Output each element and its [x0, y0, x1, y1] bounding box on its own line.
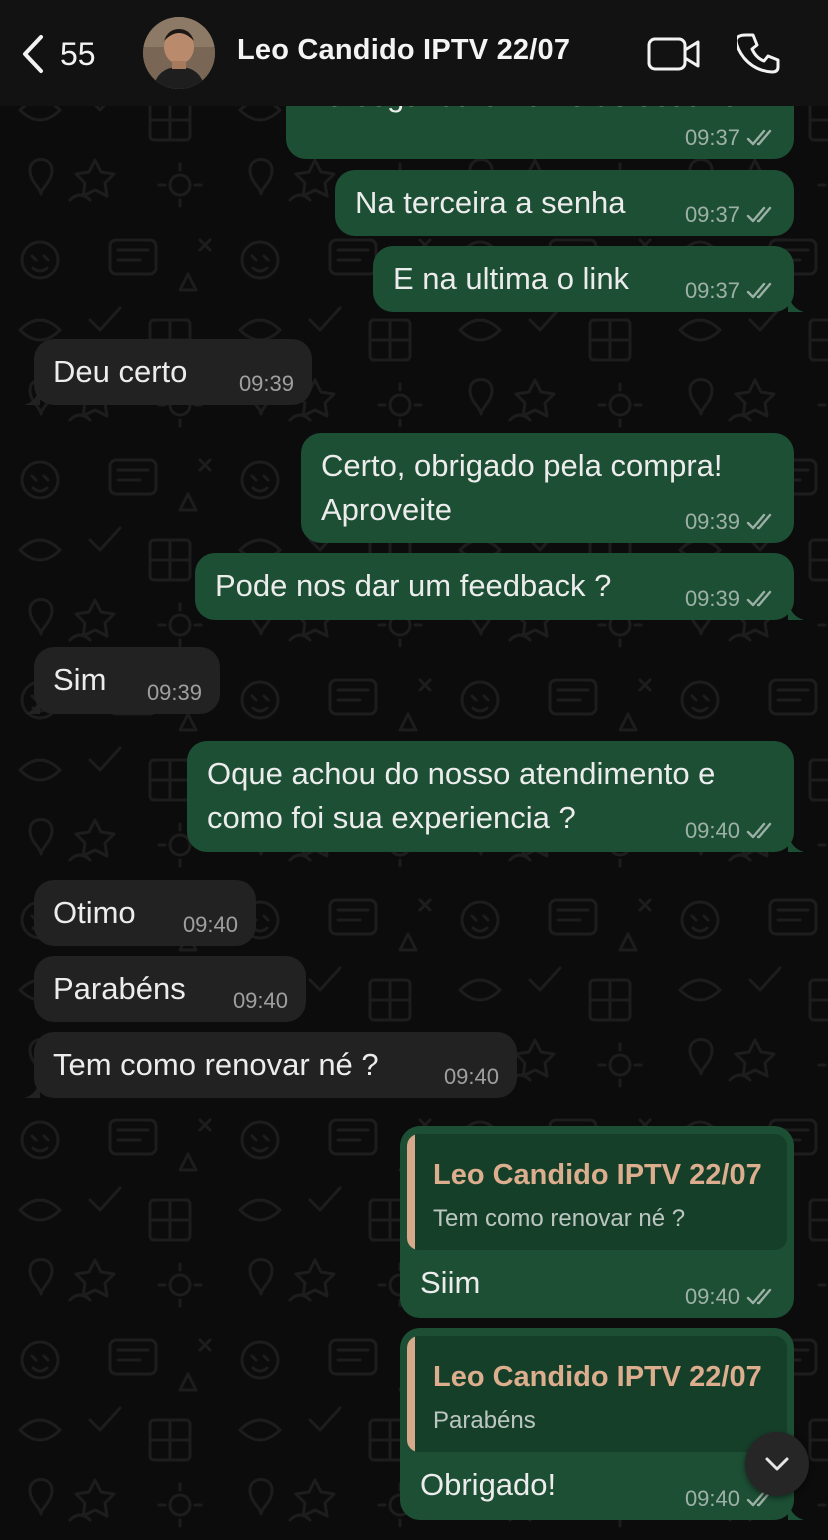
quoted-text: Parabéns — [433, 1407, 536, 1434]
message-meta: 09:37 — [685, 278, 776, 304]
message-bubble-outgoing-reply[interactable]: Leo Candido IPTV 22/07 Parabéns Obrigado… — [400, 1328, 804, 1520]
phone-icon[interactable] — [737, 32, 781, 76]
message-text-line-2: Aproveite — [321, 492, 452, 527]
message-time: 09:39 — [238, 371, 294, 396]
message-text: Parabéns — [53, 971, 186, 1006]
message-bubble-incoming[interactable]: Parabéns 09:40 — [34, 956, 306, 1022]
message-meta: 09:40 — [685, 1284, 776, 1310]
avatar[interactable] — [143, 17, 215, 89]
message-time: 09:39 — [684, 509, 740, 534]
message-time: 09:40 — [232, 988, 288, 1013]
bubble-tail — [788, 832, 804, 852]
message-bubble-outgoing-reply[interactable]: Leo Candido IPTV 22/07 Tem como renovar … — [400, 1126, 794, 1318]
bubble-tail — [24, 694, 40, 714]
message-text-line-1: Oque achou do nosso atendimento e — [207, 756, 716, 791]
message-meta: 09:39 — [685, 509, 776, 535]
message-text: Pode nos dar um feedback ? — [215, 568, 612, 603]
message-text-line-2: como foi sua experiencia ? — [207, 800, 576, 835]
message-meta: 09:40 — [183, 912, 238, 938]
double-check-icon — [746, 282, 772, 299]
message-time: 09:40 — [684, 1284, 740, 1309]
message-time: 09:37 — [684, 125, 740, 150]
double-check-icon — [746, 206, 772, 223]
avatar-photo — [143, 17, 215, 89]
quote-accent-bar — [407, 1134, 415, 1250]
message-bubble-outgoing[interactable]: Na terceira a senha 09:37 — [335, 170, 794, 236]
video-camera-icon[interactable] — [647, 36, 701, 72]
message-bubble-outgoing[interactable]: Pode nos dar um feedback ? 09:39 — [195, 553, 804, 620]
double-check-icon — [746, 822, 772, 839]
chat-header: 55 Leo Candido IPTV 22/07 — [0, 0, 828, 106]
message-text: Tem como renovar né ? — [53, 1047, 379, 1082]
message-time: 09:37 — [684, 202, 740, 227]
message-text: Obrigado! — [420, 1467, 557, 1502]
message-meta: 09:40 — [233, 988, 288, 1014]
bubble-tail — [788, 600, 804, 620]
message-bubble-incoming[interactable]: Otimo 09:40 — [34, 880, 256, 946]
message-text: Sim — [53, 662, 107, 697]
message-text: Na terceira a senha — [355, 185, 626, 220]
message-time: 09:40 — [182, 912, 238, 937]
bubble-tail — [788, 1500, 804, 1520]
message-meta: 09:39 — [147, 680, 202, 706]
double-check-icon — [746, 129, 772, 146]
message-meta: 09:37 — [685, 125, 776, 151]
chat-screen: Na segunda o nome de usuário 09:37 Na te… — [0, 0, 828, 1540]
quote-accent-bar — [407, 1336, 415, 1452]
double-check-icon — [746, 1288, 772, 1305]
unread-count: 55 — [60, 35, 96, 72]
message-bubble-outgoing[interactable]: Oque achou do nosso atendimento e como f… — [187, 741, 804, 852]
message-text: Otimo — [53, 895, 136, 930]
message-text-line-1: Certo, obrigado pela compra! — [321, 448, 723, 483]
message-time: 09:39 — [146, 680, 202, 705]
quoted-message[interactable]: Leo Candido IPTV 22/07 Parabéns — [407, 1336, 787, 1452]
message-time: 09:40 — [443, 1064, 499, 1089]
message-text: E na ultima o link — [393, 261, 630, 296]
quoted-text: Tem como renovar né ? — [433, 1205, 686, 1232]
message-bubble-incoming[interactable]: Sim 09:39 — [24, 647, 220, 714]
double-check-icon — [746, 513, 772, 530]
message-meta: 09:40 — [685, 818, 776, 844]
quoted-sender-name: Leo Candido IPTV 22/07 — [433, 1159, 762, 1191]
scroll-to-bottom-button[interactable] — [745, 1432, 809, 1496]
bubble-tail — [24, 385, 40, 405]
message-meta: 09:39 — [685, 586, 776, 612]
message-time: 09:39 — [684, 586, 740, 611]
bubble-tail — [24, 1078, 40, 1098]
message-meta: 09:40 — [444, 1064, 499, 1090]
quoted-message[interactable]: Leo Candido IPTV 22/07 Tem como renovar … — [407, 1134, 787, 1250]
back-button[interactable]: 55 — [20, 30, 96, 78]
message-bubble-outgoing[interactable]: Certo, obrigado pela compra! Aproveite 0… — [301, 433, 794, 543]
message-bubble-outgoing[interactable]: E na ultima o link 09:37 — [373, 246, 804, 312]
message-bubble-incoming[interactable]: Deu certo 09:39 — [24, 339, 312, 405]
chevron-left-icon — [23, 35, 43, 73]
message-text: Deu certo — [53, 354, 188, 389]
bubble-tail — [788, 292, 804, 312]
message-meta: 09:37 — [685, 202, 776, 228]
double-check-icon — [746, 590, 772, 607]
message-bubble-incoming[interactable]: Tem como renovar né ? 09:40 — [24, 1032, 517, 1098]
chevron-down-icon — [765, 1457, 789, 1471]
quoted-sender-name: Leo Candido IPTV 22/07 — [433, 1361, 762, 1393]
contact-name[interactable]: Leo Candido IPTV 22/07 — [237, 34, 570, 67]
message-time: 09:40 — [684, 818, 740, 843]
message-text: Siim — [420, 1265, 481, 1300]
message-time: 09:37 — [684, 278, 740, 303]
message-meta: 09:39 — [239, 371, 294, 397]
message-time: 09:40 — [684, 1486, 740, 1511]
